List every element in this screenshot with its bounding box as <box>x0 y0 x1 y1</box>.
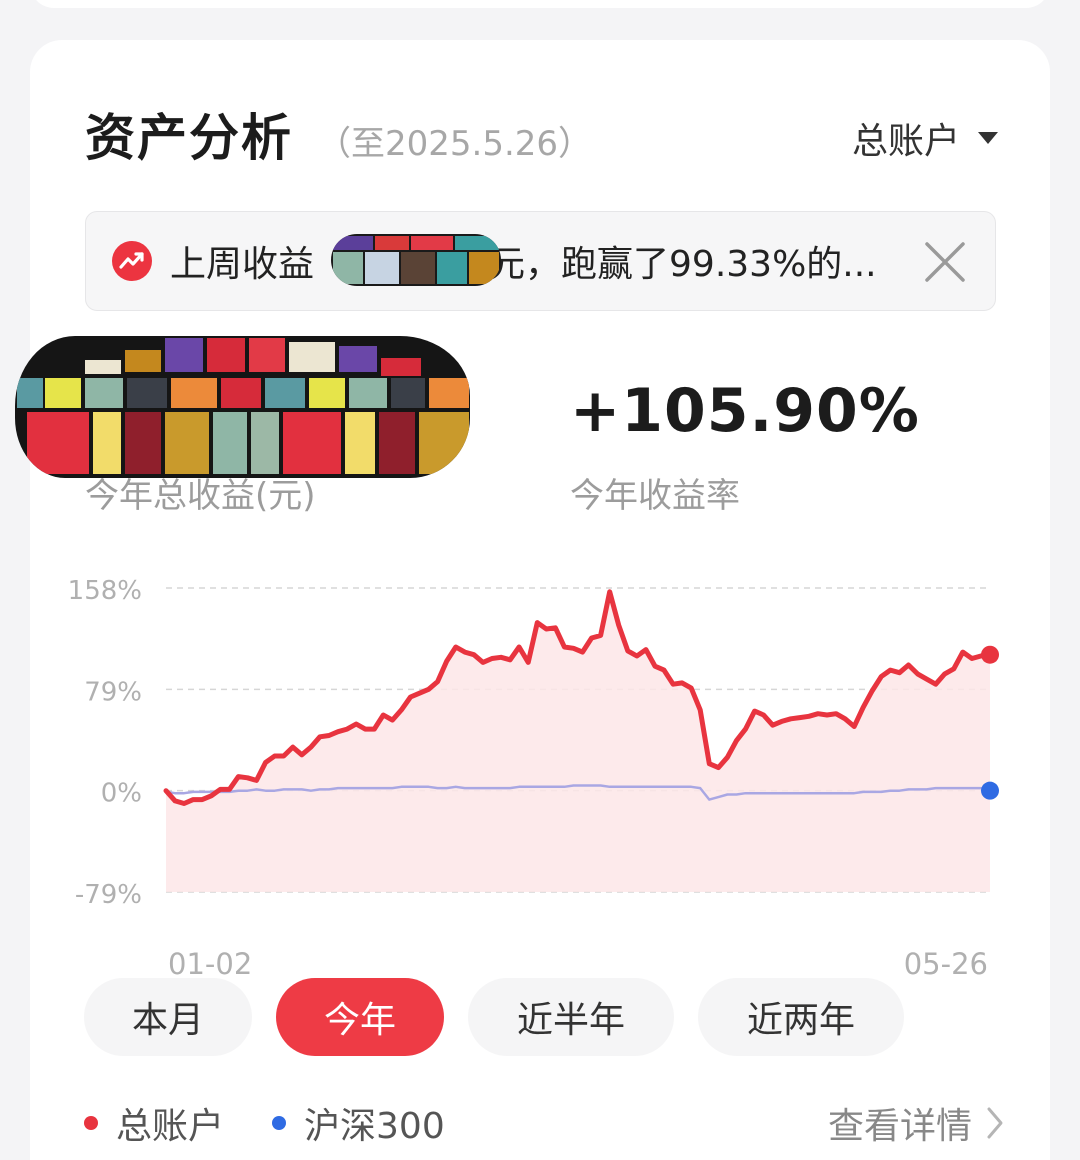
y-tick-label: -79% <box>75 880 142 910</box>
as-of-date: （至2025.5.26） <box>317 124 593 164</box>
x-tick-label: 05-26 <box>904 947 988 981</box>
legend-item-index: 沪深300 <box>272 1097 445 1149</box>
x-tick-label: 01-02 <box>168 947 252 981</box>
tab-this-year[interactable]: 今年 <box>276 978 444 1056</box>
view-details-label: 查看详情 <box>827 1106 972 1147</box>
total-profit-label: 今年总收益(元) <box>85 476 316 516</box>
y-tick-label: 158% <box>70 576 142 606</box>
return-rate-label: 今年收益率 <box>570 476 740 516</box>
legend-label-index: 沪深300 <box>304 1106 445 1147</box>
close-icon[interactable] <box>923 240 967 284</box>
notice-text: 上周收益 元，跑赢了99.33%的... <box>170 235 890 287</box>
chart-legend: 总账户 沪深300 查看详情 <box>84 1098 1004 1148</box>
page-title: 资产分析 <box>85 109 293 167</box>
legend-dot-index <box>272 1116 287 1130</box>
area-fill <box>166 591 990 892</box>
card-header: 资产分析 （至2025.5.26） <box>85 98 592 170</box>
tab-two-years[interactable]: 近两年 <box>698 978 904 1056</box>
notice-prefix: 上周收益 <box>170 244 315 285</box>
view-details-link[interactable]: 查看详情 <box>828 1098 1004 1148</box>
tab-this-month[interactable]: 本月 <box>84 978 252 1056</box>
range-tabs: 本月 今年 近半年 近两年 <box>84 978 928 1056</box>
asset-analysis-card: 资产分析 （至2025.5.26） 总账户 上周收益 元，跑赢了99.33%的..… <box>15 40 1050 1160</box>
tab-half-year[interactable]: 近半年 <box>468 978 674 1056</box>
return-rate-value: +105.90% <box>570 376 920 446</box>
legend-label-account: 总账户 <box>116 1106 225 1147</box>
legend-dot-account <box>84 1116 98 1130</box>
chevron-right-icon <box>987 1107 1003 1139</box>
y-tick-label: 79% <box>84 677 142 707</box>
notice-suffix: 元，跑赢了99.33%的... <box>489 244 877 285</box>
series-end-point-index <box>981 781 999 800</box>
redacted-total-profit <box>15 336 470 478</box>
weekly-profit-notice[interactable]: 上周收益 元，跑赢了99.33%的... <box>85 211 996 311</box>
trend-up-icon <box>112 241 152 281</box>
account-selector[interactable]: 总账户 <box>852 112 998 164</box>
account-selector-label: 总账户 <box>851 121 960 162</box>
series-end-point-account <box>981 645 999 664</box>
previous-card <box>30 0 1050 8</box>
return-chart: 158% 79% 0% -79% 01-02 05-26 <box>70 576 999 981</box>
caret-down-icon <box>978 132 998 144</box>
y-tick-label: 0% <box>101 779 142 809</box>
legend-item-account: 总账户 <box>84 1097 224 1149</box>
redacted-amount <box>331 234 501 286</box>
